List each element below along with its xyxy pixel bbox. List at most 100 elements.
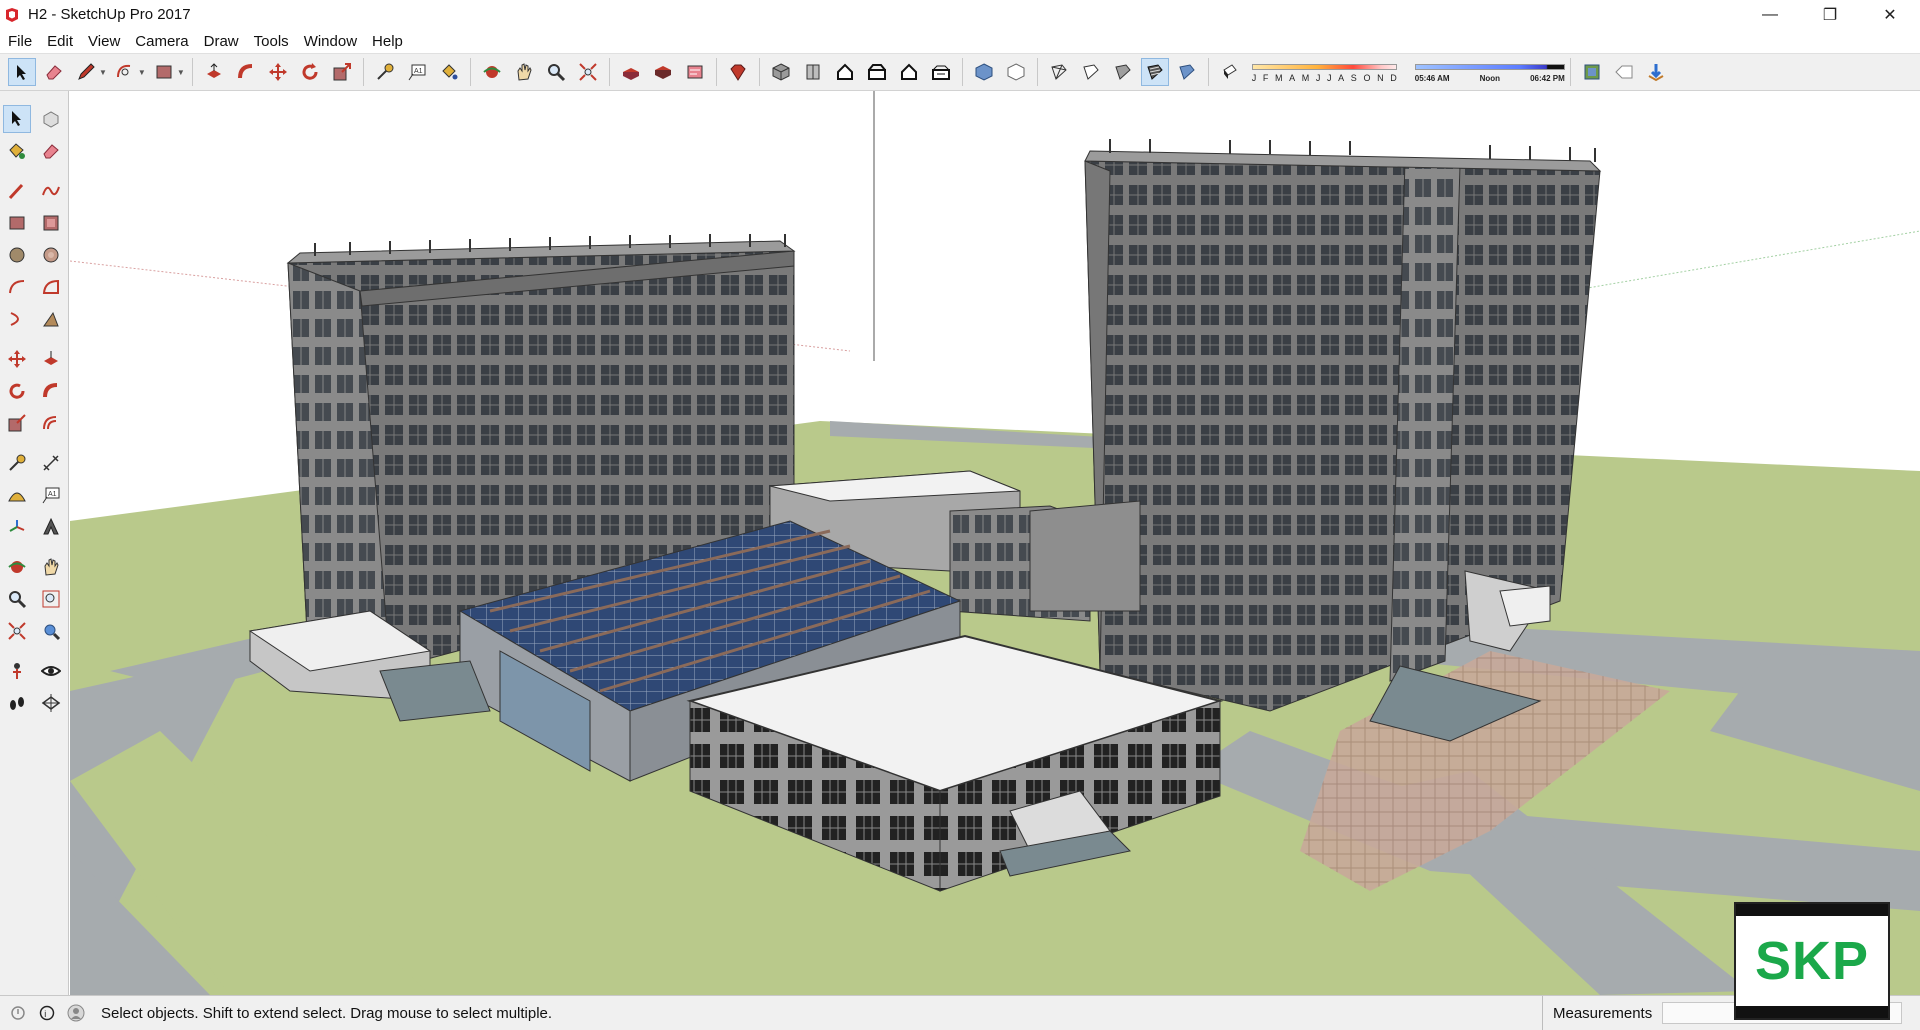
user-icon[interactable]: [65, 1002, 87, 1024]
credits-icon[interactable]: i: [36, 1002, 58, 1024]
rotate-icon[interactable]: [3, 377, 31, 405]
paint-bucket-icon[interactable]: [435, 58, 463, 86]
look-around-icon[interactable]: [37, 657, 65, 685]
geo-location-icon[interactable]: [7, 1002, 29, 1024]
scale-icon[interactable]: [3, 409, 31, 437]
offset-icon[interactable]: [37, 409, 65, 437]
text-icon[interactable]: A1: [403, 58, 431, 86]
front-view-icon[interactable]: [831, 58, 859, 86]
position-camera-icon[interactable]: [3, 657, 31, 685]
iso-view-icon[interactable]: [767, 58, 795, 86]
two-point-arc-icon[interactable]: [3, 305, 31, 333]
follow-me-icon[interactable]: [37, 377, 65, 405]
menu-camera[interactable]: Camera: [127, 33, 195, 50]
three-point-arc-icon[interactable]: [37, 305, 65, 333]
tape-measure-icon[interactable]: [3, 449, 31, 477]
model-viewport[interactable]: [70, 91, 1920, 995]
orbit-icon[interactable]: [3, 553, 31, 581]
time-mid-label: Noon: [1479, 74, 1501, 83]
3d-text-icon[interactable]: [37, 513, 65, 541]
chevron-down-icon[interactable]: ▼: [138, 68, 146, 77]
back-view-icon[interactable]: [895, 58, 923, 86]
tag-icon[interactable]: [1610, 58, 1638, 86]
arc-icon[interactable]: [111, 58, 139, 86]
menu-draw[interactable]: Draw: [196, 33, 246, 50]
restore-button[interactable]: ❐: [1800, 0, 1860, 29]
scale-icon[interactable]: [328, 58, 356, 86]
eraser-icon[interactable]: [40, 58, 68, 86]
axes-icon[interactable]: [3, 513, 31, 541]
orbit-icon[interactable]: [478, 58, 506, 86]
menu-view[interactable]: View: [80, 33, 127, 50]
zoom-extents-icon[interactable]: [3, 617, 31, 645]
shadow-month-slider[interactable]: J F M A M J J A S O N D: [1251, 58, 1397, 86]
move-icon[interactable]: [264, 58, 292, 86]
push-pull-icon[interactable]: [200, 58, 228, 86]
shaded-textures-icon[interactable]: [1140, 58, 1169, 86]
toolbar-separator: [1569, 58, 1571, 86]
menu-tools[interactable]: Tools: [246, 33, 296, 50]
tape-measure-icon[interactable]: [371, 58, 399, 86]
sandbox-icon[interactable]: [1642, 58, 1670, 86]
freehand-icon[interactable]: [37, 177, 65, 205]
main-toolbar: ▼ ▼ ▼ A1 J F M A M J J A S O N D 05:46 A…: [0, 53, 1920, 91]
rotated-rectangle-icon[interactable]: [37, 209, 65, 237]
component-icon[interactable]: [37, 105, 65, 133]
select-icon[interactable]: [8, 58, 36, 86]
back-edges-icon[interactable]: [1002, 58, 1030, 86]
rotate-icon[interactable]: [296, 58, 324, 86]
top-view-icon[interactable]: [799, 58, 827, 86]
menu-edit[interactable]: Edit: [39, 33, 80, 50]
status-bar: i Select objects. Shift to extend select…: [0, 995, 1920, 1030]
menu-file[interactable]: File: [0, 33, 39, 50]
model-info-icon[interactable]: [1578, 58, 1606, 86]
hidden-line-icon[interactable]: [1077, 58, 1105, 86]
left-view-icon[interactable]: [927, 58, 955, 86]
circle-icon[interactable]: [3, 241, 31, 269]
toolbar-separator: [191, 58, 193, 86]
move-icon[interactable]: [3, 345, 31, 373]
select-icon[interactable]: [3, 105, 31, 133]
zoom-icon[interactable]: [3, 585, 31, 613]
zoom-window-icon[interactable]: [37, 585, 65, 613]
menu-help[interactable]: Help: [364, 33, 410, 50]
dimension-icon[interactable]: [37, 449, 65, 477]
extension-warehouse-icon[interactable]: [649, 58, 677, 86]
chevron-down-icon[interactable]: ▼: [177, 68, 185, 77]
rectangle-icon[interactable]: [3, 209, 31, 237]
pencil-icon[interactable]: [72, 58, 100, 86]
warehouse-icon[interactable]: [617, 58, 645, 86]
protractor-icon[interactable]: [3, 481, 31, 509]
chevron-down-icon[interactable]: ▼: [99, 68, 107, 77]
section-plane-icon[interactable]: [37, 689, 65, 717]
zoom-extents-icon[interactable]: [574, 58, 602, 86]
xray-icon[interactable]: [970, 58, 998, 86]
shaded-icon[interactable]: [1109, 58, 1137, 86]
layout-icon[interactable]: [681, 58, 709, 86]
previous-view-icon[interactable]: [37, 617, 65, 645]
shadow-time-slider[interactable]: 05:46 AM Noon 06:42 PM: [1414, 58, 1565, 86]
push-pull-icon[interactable]: [37, 345, 65, 373]
eraser-icon[interactable]: [37, 137, 65, 165]
paint-bucket-icon[interactable]: [3, 137, 31, 165]
close-button[interactable]: ✕: [1860, 0, 1920, 29]
toolbar-separator: [961, 58, 963, 86]
wireframe-icon[interactable]: [1045, 58, 1073, 86]
text-icon[interactable]: A1: [37, 481, 65, 509]
pencil-icon[interactable]: [3, 177, 31, 205]
walk-icon[interactable]: [3, 689, 31, 717]
arc-icon[interactable]: [3, 273, 31, 301]
pie-icon[interactable]: [37, 273, 65, 301]
menu-window[interactable]: Window: [296, 33, 364, 50]
ruby-icon[interactable]: [724, 58, 752, 86]
polygon-icon[interactable]: [37, 241, 65, 269]
shadows-icon[interactable]: [1216, 58, 1244, 86]
minimize-button[interactable]: —: [1740, 0, 1800, 29]
right-view-icon[interactable]: [863, 58, 891, 86]
rectangle-icon[interactable]: [150, 58, 178, 86]
pan-icon[interactable]: [510, 58, 538, 86]
pan-icon[interactable]: [37, 553, 65, 581]
zoom-icon[interactable]: [542, 58, 570, 86]
follow-me-icon[interactable]: [232, 58, 260, 86]
monochrome-icon[interactable]: [1173, 58, 1201, 86]
